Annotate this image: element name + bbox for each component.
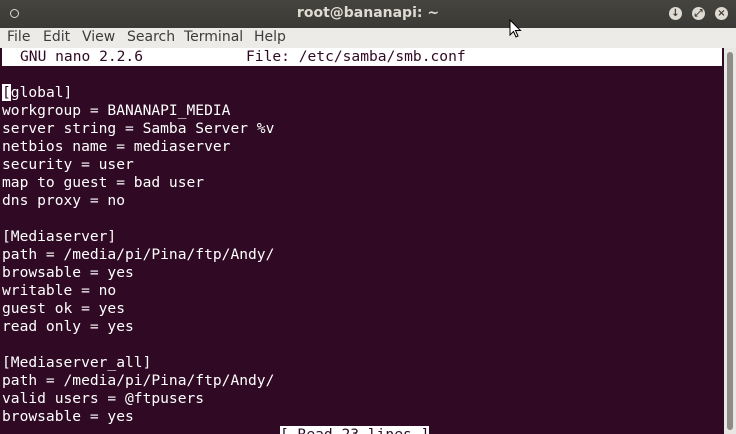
text-line[interactable]: map to guest = bad user (2, 174, 204, 192)
text-cursor: [ (2, 84, 11, 101)
nano-status-message: [ Read 23 lines ] (280, 426, 430, 434)
text-line[interactable]: writable = no (2, 282, 116, 300)
menu-file[interactable]: File (7, 29, 30, 45)
menu-help[interactable]: Help (254, 29, 286, 45)
terminal-content[interactable]: GNU nano 2.2.6 File: /etc/samba/smb.conf… (0, 48, 724, 434)
menu-edit[interactable]: Edit (43, 29, 70, 45)
text-line[interactable]: netbios name = mediaserver (2, 138, 230, 156)
text-line[interactable]: [Mediaserver_all] (2, 354, 151, 372)
window-title: root@bananapi: ~ (296, 5, 440, 21)
terminal-window: root@bananapi: ~ ↓ ⤢ × File Edit View Se… (0, 0, 736, 434)
menu-search[interactable]: Search (127, 29, 175, 45)
text-line[interactable]: browsable = yes (2, 264, 134, 282)
text-line[interactable]: path = /media/pi/Pina/ftp/Andy/ (2, 246, 274, 264)
text-line[interactable]: [Mediaserver] (2, 228, 116, 246)
text-line[interactable]: server string = Samba Server %v (2, 120, 274, 138)
menu-terminal[interactable]: Terminal (184, 29, 243, 45)
text-line[interactable]: guest ok = yes (2, 300, 125, 318)
menu-view[interactable]: View (82, 29, 115, 45)
maximize-icon[interactable]: ⤢ (692, 7, 705, 20)
vertical-scrollbar[interactable] (724, 48, 736, 434)
title-bar[interactable]: root@bananapi: ~ ↓ ⤢ × (0, 0, 736, 28)
text-line[interactable]: path = /media/pi/Pina/ftp/Andy/ (2, 372, 274, 390)
nano-file-name: File: /etc/samba/smb.conf (246, 48, 466, 65)
menu-bar: File Edit View Search Terminal Help (0, 28, 736, 48)
minimize-icon[interactable]: ↓ (669, 7, 682, 20)
text-line[interactable]: read only = yes (2, 318, 134, 336)
text-line[interactable]: browsable = yes (2, 408, 134, 426)
mouse-pointer-icon (509, 19, 522, 38)
text-line[interactable]: [global] (2, 84, 72, 102)
text-line[interactable]: workgroup = BANANAPI_MEDIA (2, 102, 230, 120)
text-line[interactable]: dns proxy = no (2, 192, 125, 210)
nano-version: GNU nano 2.2.6 (20, 48, 144, 65)
text-line[interactable]: security = user (2, 156, 134, 174)
nano-header-bar: GNU nano 2.2.6 File: /etc/samba/smb.conf (2, 48, 722, 66)
close-icon[interactable]: × (715, 7, 728, 20)
text-line[interactable]: valid users = @ftpusers (2, 390, 204, 408)
scrollbar-thumb[interactable] (727, 52, 733, 430)
